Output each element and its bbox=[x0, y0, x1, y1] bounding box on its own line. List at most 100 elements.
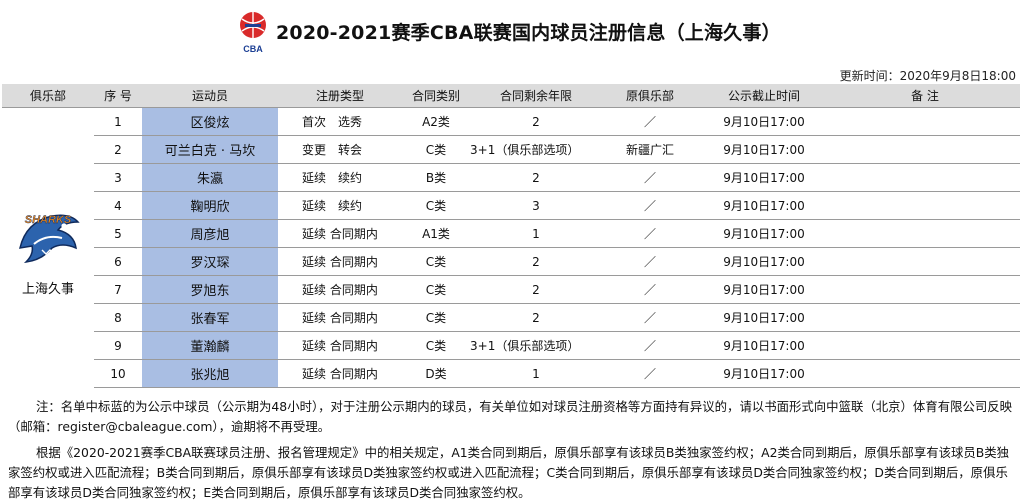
col-years-left: 合同剩余年限 bbox=[470, 84, 602, 108]
deadline: 9月10日17:00 bbox=[698, 275, 830, 304]
years-left-value: 2 bbox=[532, 310, 540, 325]
row-no: 1 bbox=[94, 107, 142, 136]
row-no: 10 bbox=[94, 359, 142, 388]
contract-cat: C类 bbox=[402, 135, 470, 164]
cba-logo: CBA bbox=[240, 12, 266, 54]
remarks bbox=[830, 331, 1020, 360]
years-left: 1 bbox=[470, 219, 602, 248]
years-left-value: 3 bbox=[532, 198, 540, 213]
years-left: 2 bbox=[470, 107, 602, 136]
years-left: 3 bbox=[470, 191, 602, 220]
prev-club: 新疆广汇 bbox=[602, 135, 698, 164]
row-no: 3 bbox=[94, 163, 142, 192]
years-left: 2 bbox=[470, 247, 602, 276]
player-name: 罗旭东 bbox=[142, 275, 278, 304]
contract-cat: C类 bbox=[402, 247, 470, 276]
reg-type: 延续 合同期内 bbox=[278, 331, 402, 360]
remarks bbox=[830, 303, 1020, 332]
updated-value: 2020年9月8日18:00 bbox=[899, 69, 1016, 83]
table-row: SHARKS 上海久事 1 区俊炫 首次 选秀 A2类 2 ／ 9月10日17:00 bbox=[2, 107, 1020, 297]
page-title: 2020-2021赛季CBA联赛国内球员注册信息（上海久事） bbox=[276, 22, 781, 44]
col-reg-type: 注册类型 bbox=[278, 84, 402, 108]
table-row: 6 罗汉琛 延续 合同期内 C类 2 ／ 9月10日17:00 bbox=[2, 247, 1020, 276]
updated-label: 更新时间： bbox=[839, 69, 900, 83]
prev-club: ／ bbox=[602, 191, 698, 220]
row-no: 4 bbox=[94, 191, 142, 220]
deadline: 9月10日17:00 bbox=[698, 303, 830, 332]
remarks bbox=[830, 163, 1020, 192]
prev-club: ／ bbox=[602, 359, 698, 388]
deadline: 9月10日17:00 bbox=[698, 107, 830, 136]
years-left: 1 bbox=[470, 359, 602, 388]
player-name: 朱瀛 bbox=[142, 163, 278, 192]
contract-cat: C类 bbox=[402, 331, 470, 360]
contract-cat: C类 bbox=[402, 303, 470, 332]
deadline: 9月10日17:00 bbox=[698, 191, 830, 220]
row-no: 6 bbox=[94, 247, 142, 276]
col-deadline: 公示截止时间 bbox=[698, 84, 830, 108]
reg-type: 首次 选秀 bbox=[278, 107, 402, 136]
reg-type: 延续 续约 bbox=[278, 191, 402, 220]
table-row: 3 朱瀛 延续 续约 B类 2 ／ 9月10日17:00 bbox=[2, 163, 1020, 192]
reg-type: 延续 续约 bbox=[278, 163, 402, 192]
reg-type: 延续 合同期内 bbox=[278, 359, 402, 388]
remarks bbox=[830, 135, 1020, 164]
table-row: 5 周彦旭 延续 合同期内 A1类 1 ／ 9月10日17:00 bbox=[2, 219, 1020, 248]
col-remarks: 备 注 bbox=[830, 84, 1020, 108]
player-name: 董瀚麟 bbox=[142, 331, 278, 360]
player-name: 罗汉琛 bbox=[142, 247, 278, 276]
contract-cat: B类 bbox=[402, 163, 470, 192]
table-row: 10 张兆旭 延续 合同期内 D类 1 ／ 9月10日17:00 bbox=[2, 359, 1020, 388]
contract-cat: D类 bbox=[402, 359, 470, 388]
contract-cat: A1类 bbox=[402, 219, 470, 248]
note-paragraph-2: 根据《2020-2021赛季CBA联赛球员注册、报名管理规定》中的相关规定，A1… bbox=[8, 445, 1010, 500]
years-left-value: 3+1（俱乐部选项） bbox=[470, 143, 580, 157]
reg-type: 变更 转会 bbox=[278, 135, 402, 164]
club-cell: SHARKS 上海久事 bbox=[2, 108, 94, 388]
col-no: 序 号 bbox=[94, 84, 142, 108]
table-row: 7 罗旭东 延续 合同期内 C类 2 ／ 9月10日17:00 bbox=[2, 275, 1020, 304]
years-left-value: 2 bbox=[532, 170, 540, 185]
cba-logo-text: CBA bbox=[243, 44, 263, 54]
col-prev-club: 原俱乐部 bbox=[602, 84, 698, 108]
prev-club: ／ bbox=[602, 163, 698, 192]
table-row: 8 张春军 延续 合同期内 C类 2 ／ 9月10日17:00 bbox=[2, 303, 1020, 332]
table-row: 4 鞠明欣 延续 续约 C类 3 ／ 9月10日17:00 bbox=[2, 191, 1020, 220]
player-name: 区俊炫 bbox=[142, 107, 278, 136]
deadline: 9月10日17:00 bbox=[698, 331, 830, 360]
prev-club: ／ bbox=[602, 107, 698, 136]
sharks-logo-text: SHARKS bbox=[25, 214, 72, 226]
prev-club: ／ bbox=[602, 219, 698, 248]
remarks bbox=[830, 219, 1020, 248]
player-name: 张春军 bbox=[142, 303, 278, 332]
deadline: 9月10日17:00 bbox=[698, 219, 830, 248]
years-left: 3+1（俱乐部选项） bbox=[470, 331, 602, 360]
prev-club: ／ bbox=[602, 303, 698, 332]
years-left-value: 2 bbox=[532, 254, 540, 269]
remarks bbox=[830, 107, 1020, 136]
notes: 注：名单中标蓝的为公示中球员（公示期为48小时），对于注册公示期内的球员，有关单… bbox=[8, 397, 1018, 503]
prev-club: ／ bbox=[602, 331, 698, 360]
prev-club: ／ bbox=[602, 275, 698, 304]
remarks bbox=[830, 191, 1020, 220]
years-left-value: 1 bbox=[532, 366, 540, 381]
years-left: 3+1（俱乐部选项） bbox=[470, 135, 602, 164]
club-name: 上海久事 bbox=[21, 282, 74, 298]
sharks-logo: SHARKS bbox=[19, 214, 80, 264]
reg-type: 延续 合同期内 bbox=[278, 247, 402, 276]
roster-table: 俱乐部 序 号 运动员 注册类型 合同类别 合同剩余年限 原俱乐部 公示截止时间… bbox=[2, 84, 1020, 388]
player-name: 张兆旭 bbox=[142, 359, 278, 388]
col-player: 运动员 bbox=[142, 84, 278, 108]
years-left-value: 1 bbox=[532, 226, 540, 241]
contract-cat: C类 bbox=[402, 191, 470, 220]
deadline: 9月10日17:00 bbox=[698, 247, 830, 276]
note-paragraph-1: 注：名单中标蓝的为公示中球员（公示期为48小时），对于注册公示期内的球员，有关单… bbox=[8, 399, 1013, 434]
col-club: 俱乐部 bbox=[2, 84, 94, 108]
deadline: 9月10日17:00 bbox=[698, 163, 830, 192]
row-no: 2 bbox=[94, 135, 142, 164]
deadline: 9月10日17:00 bbox=[698, 135, 830, 164]
reg-type: 延续 合同期内 bbox=[278, 303, 402, 332]
contract-cat: A2类 bbox=[402, 107, 470, 136]
player-name: 可兰白克 · 马坎 bbox=[142, 135, 278, 164]
reg-type: 延续 合同期内 bbox=[278, 275, 402, 304]
